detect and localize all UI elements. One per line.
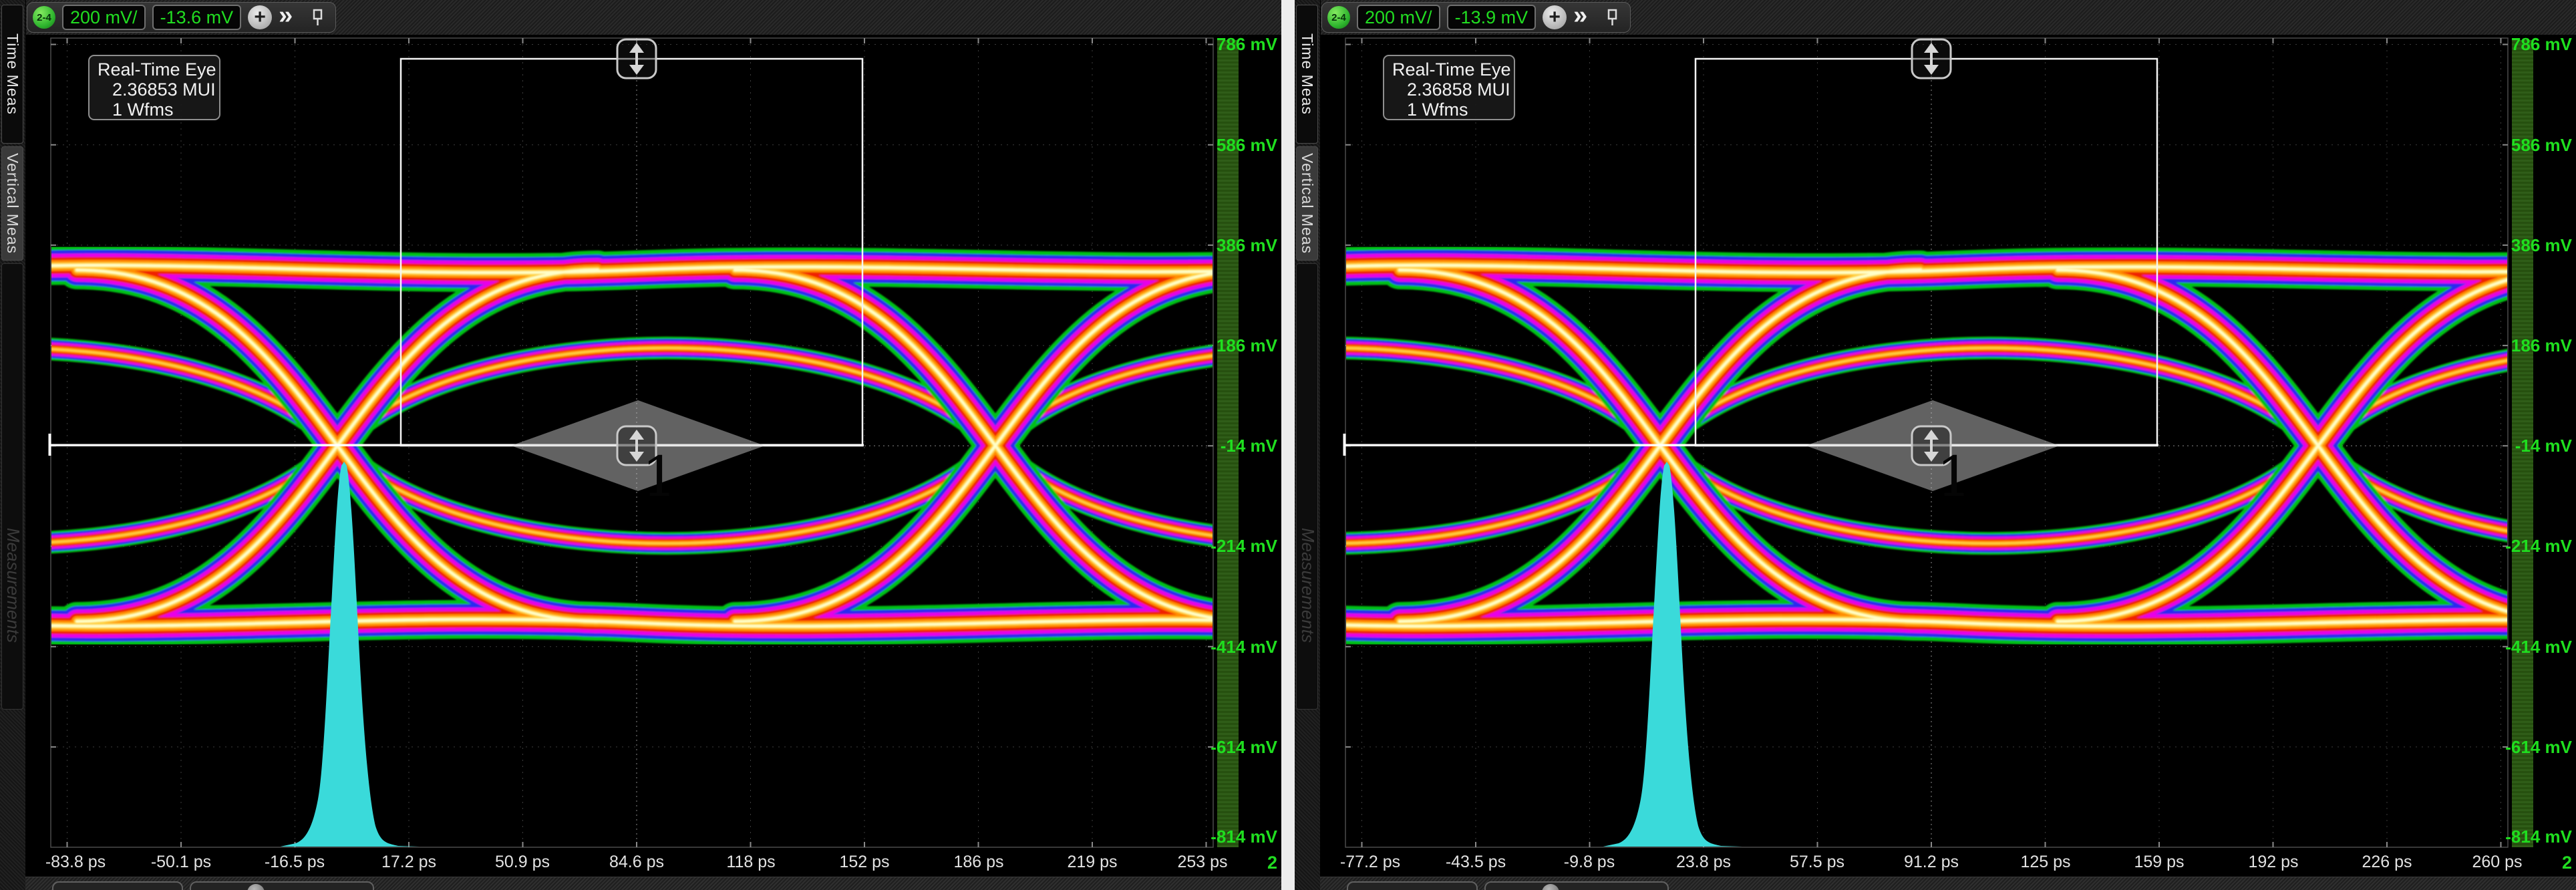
x-axis-label: -9.8 ps <box>1564 853 1615 872</box>
y-axis-label: -614 mV <box>2469 737 2572 757</box>
info-wfms-count: 1 Wfms <box>1392 100 1514 120</box>
y-axis-label: -214 mV <box>1174 536 1277 556</box>
vertical-offset-button[interactable]: -13.6 mV <box>152 5 242 30</box>
y-axis-label: 386 mV <box>2469 235 2572 255</box>
x-axis-label: 84.6 ps <box>609 853 664 872</box>
info-title: Real-Time Eye <box>98 59 219 80</box>
bottom-tray-button[interactable] <box>190 881 374 890</box>
x-axis-label: -43.5 ps <box>1446 853 1506 872</box>
x-axis-label: 50.9 ps <box>495 853 550 872</box>
info-wfms-count: 1 Wfms <box>98 100 219 120</box>
x-axis-label: 57.5 ps <box>1790 853 1844 872</box>
y-axis-label: -14 mV <box>2469 436 2572 456</box>
bottom-toolbar-strip <box>25 877 1281 890</box>
bottom-tray-button[interactable] <box>1347 881 1478 890</box>
y-axis-label: -814 mV <box>1174 827 1277 847</box>
x-axis-label: -77.2 ps <box>1340 853 1400 872</box>
y-axis-label: -214 mV <box>2469 536 2572 556</box>
expand-chevrons-button[interactable]: » <box>279 3 293 28</box>
realtime-eye-info-box: Real-Time Eye 2.36853 MUI 1 Wfms <box>88 55 220 120</box>
x-axis-label: 219 ps <box>1067 853 1117 872</box>
y-axis-label: 186 mV <box>2469 335 2572 355</box>
y-axis-label: 786 mV <box>2469 34 2572 54</box>
channel-badge[interactable]: 2-4 <box>1327 6 1350 29</box>
tab-time-meas[interactable]: Time Meas <box>1 5 23 144</box>
expand-chevrons-button[interactable]: » <box>1573 3 1587 28</box>
eye-clip-group <box>1295 265 2576 847</box>
y-axis-label: -814 mV <box>2469 827 2572 847</box>
y-axis-label: 786 mV <box>1174 34 1277 54</box>
x-axis-label: 192 ps <box>2248 853 2298 872</box>
y-axis-label: 186 mV <box>1174 335 1277 355</box>
tab-vertical-meas[interactable]: Vertical Meas <box>1296 146 1318 261</box>
eye-instance-left <box>0 265 1281 847</box>
tab-vertical-meas[interactable]: Vertical Meas <box>1 146 23 261</box>
eye-diagram-plot <box>1295 0 2576 890</box>
measurements-side-label: Measurements <box>1297 485 1318 686</box>
info-mui-value: 2.36853 MUI <box>98 80 219 100</box>
x-axis-label: 226 ps <box>2362 853 2412 872</box>
scope-panel-left: 1 Time Meas Vertical Meas Measurements 2… <box>0 0 1281 890</box>
add-waveform-button[interactable]: + <box>1543 5 1567 29</box>
y-axis-label: 586 mV <box>1174 135 1277 155</box>
panel-divider <box>1281 0 1295 890</box>
vertical-offset-button[interactable]: -13.9 mV <box>1447 5 1537 30</box>
corner-channel-number: 2 <box>2535 853 2572 873</box>
x-axis-label: 152 ps <box>839 853 889 872</box>
info-mui-value: 2.36858 MUI <box>1392 80 1514 100</box>
x-axis-label: 253 ps <box>1177 853 1227 872</box>
channel-toolbar: 2-4 200 mV/ -13.9 mV + » <box>1321 2 1631 33</box>
bottom-tray-button[interactable] <box>1484 881 1669 890</box>
scope-panel-right: Time Meas Vertical Meas Measurements 2-4… <box>1295 0 2576 890</box>
vertical-scale-button[interactable]: 200 mV/ <box>62 5 146 30</box>
pin-icon[interactable] <box>311 9 325 26</box>
x-axis-label: 159 ps <box>2134 853 2184 872</box>
x-axis-label: -16.5 ps <box>265 853 325 872</box>
y-axis-label: 386 mV <box>1174 235 1277 255</box>
bottom-tray-button[interactable] <box>52 881 183 890</box>
add-waveform-button[interactable]: + <box>248 5 272 29</box>
tab-time-meas[interactable]: Time Meas <box>1296 5 1318 144</box>
x-axis-label: -50.1 ps <box>151 853 211 872</box>
x-axis-label: 17.2 ps <box>381 853 436 872</box>
y-axis-label: 586 mV <box>2469 135 2572 155</box>
eye-clip-group <box>0 265 1281 847</box>
x-axis-label: 91.2 ps <box>1904 853 1959 872</box>
bottom-toolbar-strip <box>1320 877 2576 890</box>
vertical-scale-button[interactable]: 200 mV/ <box>1357 5 1440 30</box>
x-axis-label: 260 ps <box>2472 853 2522 872</box>
channel-toolbar: 2-4 200 mV/ -13.6 mV + » <box>27 2 336 33</box>
x-axis-label: 23.8 ps <box>1676 853 1731 872</box>
y-axis-label: -614 mV <box>1174 737 1277 757</box>
pin-icon[interactable] <box>1606 9 1619 26</box>
corner-channel-number: 2 <box>1240 853 1277 873</box>
x-axis-label: 186 ps <box>953 853 1003 872</box>
x-axis-label: 125 ps <box>2020 853 2070 872</box>
channel-badge[interactable]: 2-4 <box>33 6 55 29</box>
y-axis-label: -14 mV <box>1174 436 1277 456</box>
eye-diagram-plot: 1 <box>0 0 1281 890</box>
y-axis-label: -414 mV <box>2469 637 2572 657</box>
y-axis-label: -414 mV <box>1174 637 1277 657</box>
measurements-side-label: Measurements <box>3 485 23 686</box>
eye-instance-right <box>1295 265 2576 847</box>
x-axis-label: 118 ps <box>726 853 775 872</box>
realtime-eye-info-box: Real-Time Eye 2.36858 MUI 1 Wfms <box>1383 55 1515 120</box>
x-axis-label: -83.8 ps <box>45 853 106 872</box>
info-title: Real-Time Eye <box>1392 59 1514 80</box>
